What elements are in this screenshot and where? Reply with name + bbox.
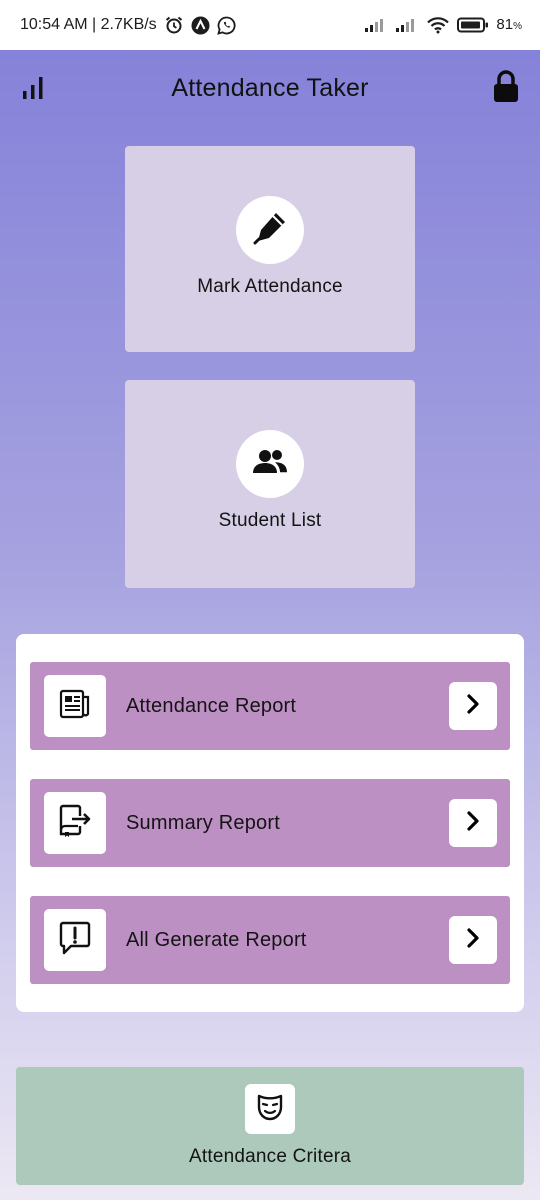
battery-icon bbox=[457, 17, 489, 33]
pen-icon bbox=[252, 210, 288, 251]
battery-percent-sign: % bbox=[513, 21, 522, 32]
chevron-right-icon bbox=[465, 810, 481, 837]
status-time: 10:54 AM | 2.7KB/s bbox=[20, 16, 157, 33]
attendance-report-icon-box bbox=[44, 675, 106, 737]
export-document-icon bbox=[58, 804, 92, 843]
mark-attendance-label: Mark Attendance bbox=[197, 276, 343, 297]
whatsapp-icon bbox=[216, 16, 236, 35]
summary-report-label: Summary Report bbox=[126, 811, 280, 834]
users-icon bbox=[253, 449, 287, 480]
reports-panel: Attendance Report Summary Report All Gen… bbox=[16, 634, 524, 1012]
summary-report-icon-box bbox=[44, 792, 106, 854]
signal-icon bbox=[395, 17, 419, 33]
all-generate-report-icon-box bbox=[44, 909, 106, 971]
newspaper-icon bbox=[59, 689, 91, 724]
attendance-criteria-icon-box bbox=[245, 1084, 295, 1134]
mark-attendance-icon-circle bbox=[236, 196, 304, 264]
attendance-report-open-button[interactable] bbox=[449, 682, 497, 730]
app-screen: Attendance Taker Mark Attendance Student… bbox=[0, 50, 540, 1200]
bar-chart-icon[interactable] bbox=[22, 74, 46, 105]
student-list-icon-circle bbox=[236, 430, 304, 498]
attendance-report-row[interactable]: Attendance Report bbox=[30, 662, 510, 750]
lock-icon[interactable] bbox=[492, 70, 520, 109]
status-bar: 10:54 AM | 2.7KB/s 81% bbox=[0, 0, 540, 50]
student-list-label: Student List bbox=[218, 510, 322, 531]
all-generate-report-row[interactable]: All Generate Report bbox=[30, 896, 510, 984]
mask-icon bbox=[255, 1092, 285, 1127]
status-left: 10:54 AM | 2.7KB/s bbox=[20, 15, 236, 35]
signal-icon bbox=[364, 17, 388, 33]
attendance-criteria-card[interactable]: Attendance Critera bbox=[16, 1067, 524, 1185]
alert-message-icon bbox=[58, 921, 92, 960]
wifi-icon bbox=[426, 16, 450, 34]
battery-level: 81% bbox=[496, 16, 522, 33]
student-list-tile[interactable]: Student List bbox=[125, 380, 415, 588]
page-title: Attendance Taker bbox=[171, 73, 369, 102]
alarm-icon bbox=[164, 15, 184, 35]
mark-attendance-tile[interactable]: Mark Attendance bbox=[125, 146, 415, 352]
all-generate-report-label: All Generate Report bbox=[126, 928, 307, 951]
attendance-report-label: Attendance Report bbox=[126, 694, 297, 717]
summary-report-open-button[interactable] bbox=[449, 799, 497, 847]
app-header: Attendance Taker bbox=[0, 50, 540, 126]
attendance-criteria-label: Attendance Critera bbox=[188, 1146, 352, 1167]
chevron-right-icon bbox=[465, 927, 481, 954]
status-right: 81% bbox=[364, 16, 522, 34]
all-generate-report-open-button[interactable] bbox=[449, 916, 497, 964]
summary-report-row[interactable]: Summary Report bbox=[30, 779, 510, 867]
chevron-right-icon bbox=[465, 693, 481, 720]
app-notification-icon bbox=[191, 16, 210, 35]
